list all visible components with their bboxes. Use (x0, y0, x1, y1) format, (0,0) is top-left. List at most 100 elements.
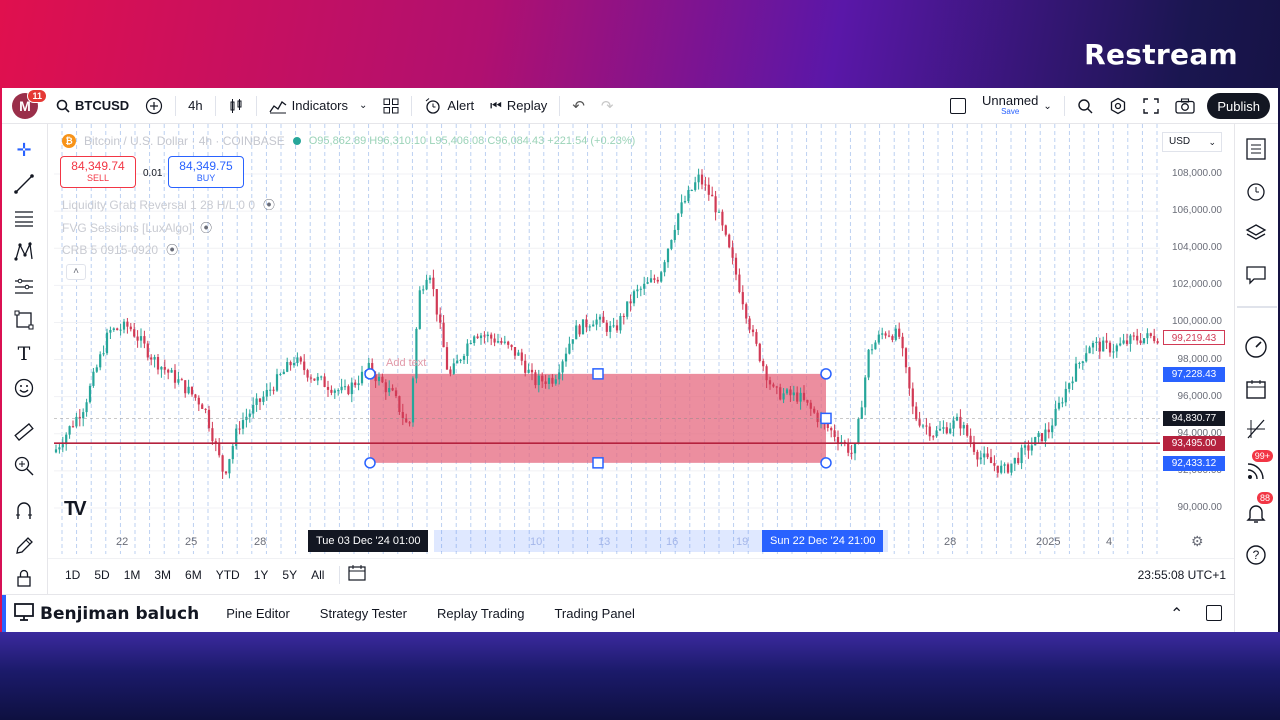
templates-button[interactable] (375, 88, 407, 123)
range-1m[interactable]: 1M (117, 568, 148, 582)
icon-tool[interactable] (12, 376, 36, 400)
candle-body (218, 443, 221, 456)
interval-button[interactable]: 4h (180, 88, 210, 123)
object-tree-button[interactable] (1243, 220, 1269, 246)
technicals-button[interactable] (1243, 334, 1269, 360)
candle-body (1034, 437, 1037, 446)
maximize-panel-icon[interactable] (1206, 605, 1222, 621)
magnet-tool[interactable] (12, 498, 36, 522)
quick-search-button[interactable] (1069, 88, 1101, 124)
price-axis-label: 106,000.00 (1171, 205, 1222, 217)
fib-tool[interactable] (12, 206, 36, 230)
chat-icon (1246, 266, 1266, 285)
snapshot-button[interactable] (1167, 88, 1203, 124)
candle-body (1037, 433, 1040, 438)
range-3m[interactable]: 3M (147, 568, 178, 582)
layout-name-button[interactable]: Unnamed Save ⌄ (974, 88, 1060, 124)
collapse-legend-button[interactable]: ˄ (66, 264, 86, 280)
layout-toggle-button[interactable] (942, 88, 974, 124)
range-1y[interactable]: 1Y (247, 568, 276, 582)
price-axis[interactable]: 108,000.00 106,000.00 104,000.00 102,000.00… (1160, 124, 1234, 554)
redo-button[interactable]: ↷ (593, 88, 622, 123)
replay-button[interactable]: ⏮ Replay (482, 88, 555, 123)
range-5y[interactable]: 5Y (275, 568, 304, 582)
candle-body (1040, 433, 1044, 442)
watchlist-button[interactable] (1243, 136, 1269, 162)
time-axis[interactable]: 4 2025 28 19 16 13 10 28 25 22 Tue 03 Dec '24 01:… (48, 528, 1236, 556)
settings-gear-icon[interactable]: ⚙ (1191, 533, 1204, 550)
tab-trading-panel[interactable]: Trading Panel (539, 606, 649, 621)
chevron-up-icon[interactable]: ⌃ (1170, 604, 1183, 624)
notifications-button[interactable]: 88 (1243, 492, 1273, 526)
help-button[interactable]: ? (1243, 542, 1269, 568)
stay-in-drawing-mode-tool[interactable] (12, 534, 36, 558)
eye-hidden-icon[interactable]: ⦿ (166, 241, 178, 258)
settings-button[interactable] (1101, 88, 1135, 124)
forecast-tool[interactable] (12, 274, 36, 298)
tab-pine-editor[interactable]: Pine Editor (211, 606, 305, 621)
price-chart[interactable]: Add text (54, 124, 1160, 554)
lock-drawings-tool[interactable] (12, 566, 36, 590)
eye-hidden-icon[interactable]: ⦿ (200, 219, 212, 236)
chart-type-button[interactable] (220, 88, 252, 123)
candle-body (241, 420, 245, 429)
sell-button[interactable]: 84,349.74 SELL (60, 156, 136, 188)
currency-select[interactable]: USD ⌄ (1162, 132, 1222, 152)
pine-screener-button[interactable] (1243, 416, 1269, 442)
bitcoin-icon: ₿ (62, 134, 76, 148)
indicators-button[interactable]: Indicators ⌄ (261, 88, 376, 123)
candle-body (1102, 340, 1105, 352)
measure-tool[interactable] (12, 420, 36, 444)
candle-body (745, 304, 748, 319)
tab-replay-trading[interactable]: Replay Trading (422, 606, 539, 621)
ideas-stream-button[interactable]: 99+ (1243, 450, 1273, 484)
background-bottom-band (0, 632, 1280, 720)
candle-body (486, 334, 489, 337)
chats-button[interactable] (1243, 262, 1269, 288)
toolbar-divider (255, 95, 257, 116)
publish-button[interactable]: Publish (1207, 93, 1270, 119)
candles-icon (230, 98, 242, 113)
buy-button[interactable]: 84,349.75 BUY (168, 156, 244, 188)
user-avatar[interactable]: M 11 (12, 88, 47, 119)
compare-symbol-button[interactable] (137, 88, 171, 123)
time-axis-label: 25 (185, 536, 198, 548)
zoom-tool[interactable] (12, 454, 36, 478)
list-icon (1246, 138, 1266, 160)
undo-button[interactable]: ↶ (564, 88, 593, 123)
range-all[interactable]: All (304, 568, 331, 582)
candle-body (673, 230, 676, 240)
go-to-date-button[interactable] (348, 565, 367, 584)
range-1d[interactable]: 1D (58, 568, 87, 582)
eye-hidden-icon[interactable]: ⦿ (263, 196, 275, 213)
chevron-down-icon: ⌄ (1043, 100, 1052, 112)
tab-strategy-tester[interactable]: Strategy Tester (305, 606, 422, 621)
fullscreen-button[interactable] (1135, 88, 1167, 124)
indicator-legend-item[interactable]: CRB 5 0915-0920 ⦿ (62, 241, 178, 258)
timezone-clock[interactable]: 23:55:08 UTC+1 (1138, 568, 1226, 582)
trend-line-tool[interactable] (12, 172, 36, 196)
shape-tool[interactable] (12, 308, 36, 332)
indicator-legend-item[interactable]: Liquidity Grab Reversal 1 28 H/L 0 0 ⦿ (62, 196, 275, 213)
calendar-button[interactable] (1243, 376, 1269, 402)
candle-body (1071, 381, 1074, 384)
candle-body (207, 409, 211, 429)
candle-body (782, 393, 785, 400)
symbol-search[interactable]: BTCUSD (48, 88, 137, 123)
candle-body (918, 419, 921, 426)
candle-body (116, 328, 119, 331)
range-6m[interactable]: 6M (178, 568, 209, 582)
price-axis-label: 90,000.00 (1177, 502, 1223, 513)
range-5d[interactable]: 5D (87, 568, 116, 582)
alert-button[interactable]: Alert (416, 88, 482, 123)
alerts-button[interactable] (1243, 178, 1269, 204)
pattern-tool[interactable] (12, 240, 36, 264)
candle-body (337, 390, 340, 392)
candle-body (1122, 340, 1125, 344)
price-axis-label: 98,000.00 (1177, 353, 1223, 365)
crosshair-tool[interactable]: ✛ (12, 138, 36, 162)
range-ytd[interactable]: YTD (209, 568, 247, 582)
candle-body (405, 418, 408, 423)
text-tool[interactable]: T (12, 342, 36, 366)
indicator-legend-item[interactable]: FVG Sessions [LuxAlgo] ⦿ (62, 219, 212, 236)
